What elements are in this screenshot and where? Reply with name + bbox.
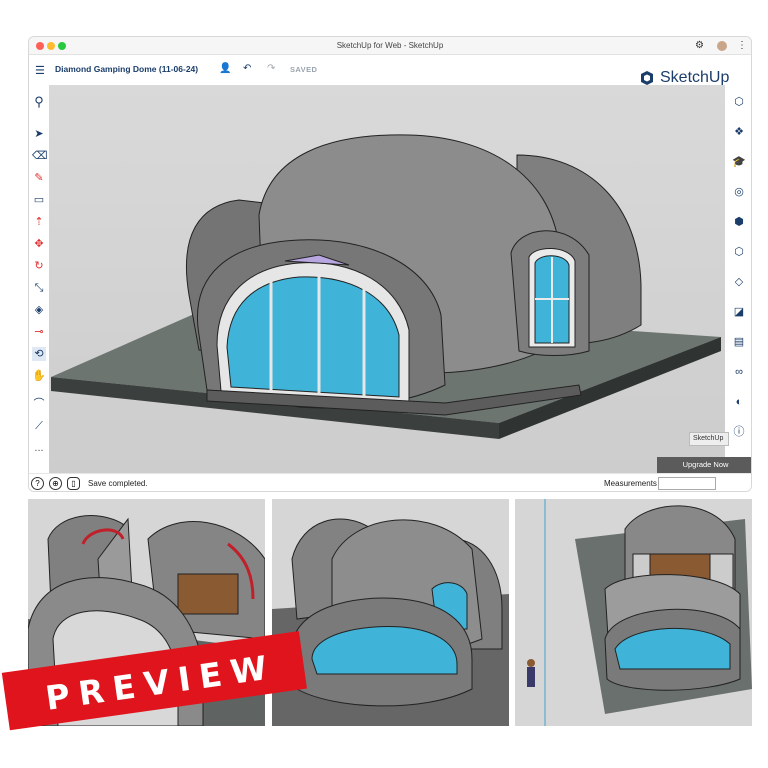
styles-icon[interactable]: ◎ bbox=[732, 185, 746, 199]
info-icon[interactable]: ⓘ bbox=[732, 425, 746, 439]
avatar[interactable] bbox=[717, 41, 727, 51]
orbit-icon[interactable]: ⟲ bbox=[32, 347, 46, 361]
push-pull-icon[interactable]: ⇡ bbox=[32, 215, 46, 229]
saved-status: SAVED bbox=[290, 65, 318, 74]
preview-thumbnail-exterior bbox=[272, 499, 509, 726]
move-icon[interactable]: ✥ bbox=[32, 237, 46, 251]
title-bar: SketchUp for Web - SketchUp ⚙ ⋮ bbox=[29, 37, 751, 55]
status-message: Save completed. bbox=[88, 479, 148, 488]
tape-measure-icon[interactable]: ⊸ bbox=[32, 325, 46, 339]
3d-viewport[interactable] bbox=[49, 85, 725, 473]
app-header: ☰ Diamond Gamping Dome (11-06-24) 👤 ↶ ↷ … bbox=[29, 55, 751, 86]
right-toolbar: ⬡ ❖ 🎓 ◎ ⬢ ⬡ ◇ ◪ ▤ ∞ ◐ ⓘ bbox=[725, 85, 751, 473]
menu-icon[interactable]: ☰ bbox=[35, 64, 45, 77]
select-icon[interactable]: ➤ bbox=[32, 127, 46, 141]
undo-icon[interactable]: ↶ bbox=[243, 63, 251, 74]
window-title: SketchUp for Web - SketchUp bbox=[336, 41, 444, 50]
view-icon[interactable]: ∞ bbox=[732, 365, 746, 379]
sketchup-tag: SketchUp bbox=[689, 432, 729, 446]
document-title[interactable]: Diamond Gamping Dome (11-06-24) bbox=[55, 64, 198, 74]
pan-icon[interactable]: ✋ bbox=[32, 369, 46, 383]
eraser-panel-icon[interactable]: ◇ bbox=[732, 275, 746, 289]
arc-icon[interactable]: ⌒ bbox=[32, 397, 46, 411]
share-user-icon[interactable]: 👤 bbox=[219, 63, 231, 74]
line-icon[interactable]: ⟋ bbox=[32, 419, 46, 433]
rotate-icon[interactable]: ↻ bbox=[32, 259, 46, 273]
materials-icon[interactable]: 🎓 bbox=[732, 155, 746, 169]
top-view-image bbox=[515, 499, 752, 726]
dome-model bbox=[51, 134, 721, 439]
pencil-icon[interactable]: ✎ bbox=[32, 171, 46, 185]
layers-icon[interactable]: ⬢ bbox=[732, 215, 746, 229]
scenes-icon[interactable]: ⬡ bbox=[732, 245, 746, 259]
entity-info-icon[interactable]: ⬡ bbox=[732, 95, 746, 109]
app-window: SketchUp for Web - SketchUp ⚙ ⋮ ☰ Diamon… bbox=[28, 36, 752, 492]
search-icon[interactable]: ⚲ bbox=[32, 95, 46, 109]
extensions-icon[interactable]: ⚙ bbox=[695, 40, 704, 51]
shadows-icon[interactable]: ◪ bbox=[732, 305, 746, 319]
rectangle-icon[interactable]: ▭ bbox=[32, 193, 46, 207]
help-icon[interactable]: ? bbox=[31, 477, 44, 490]
more-tools-icon[interactable]: ... bbox=[32, 441, 46, 455]
scale-icon[interactable]: ⤡ bbox=[32, 281, 46, 295]
paint-bucket-icon[interactable]: ◈ bbox=[32, 303, 46, 317]
preview-thumbnail-top bbox=[515, 499, 752, 726]
eraser-icon[interactable]: ⌫ bbox=[32, 149, 48, 163]
outliner-icon[interactable]: ▤ bbox=[732, 335, 746, 349]
redo-icon[interactable]: ↷ bbox=[267, 63, 275, 74]
exterior-view-image bbox=[272, 499, 509, 726]
measurements-label: Measurements bbox=[604, 479, 657, 488]
components-icon[interactable]: ❖ bbox=[732, 125, 746, 139]
left-toolbar: ⚲ ➤ ⌫ ✎ ▭ ⇡ ✥ ↻ ⤡ ◈ ⊸ ⟲ ✋ ⌒ ⟋ ... bbox=[29, 85, 49, 473]
mouse-icon[interactable]: ▯ bbox=[67, 477, 80, 490]
display-icon[interactable]: ◐ bbox=[732, 395, 746, 409]
status-bar: ? ⊕ ▯ Save completed. Measurements bbox=[29, 473, 751, 491]
measurements-input[interactable] bbox=[658, 477, 716, 490]
globe-icon[interactable]: ⊕ bbox=[49, 477, 62, 490]
upgrade-now-button[interactable]: Upgrade Now bbox=[657, 457, 751, 473]
more-vertical-icon[interactable]: ⋮ bbox=[737, 40, 747, 51]
